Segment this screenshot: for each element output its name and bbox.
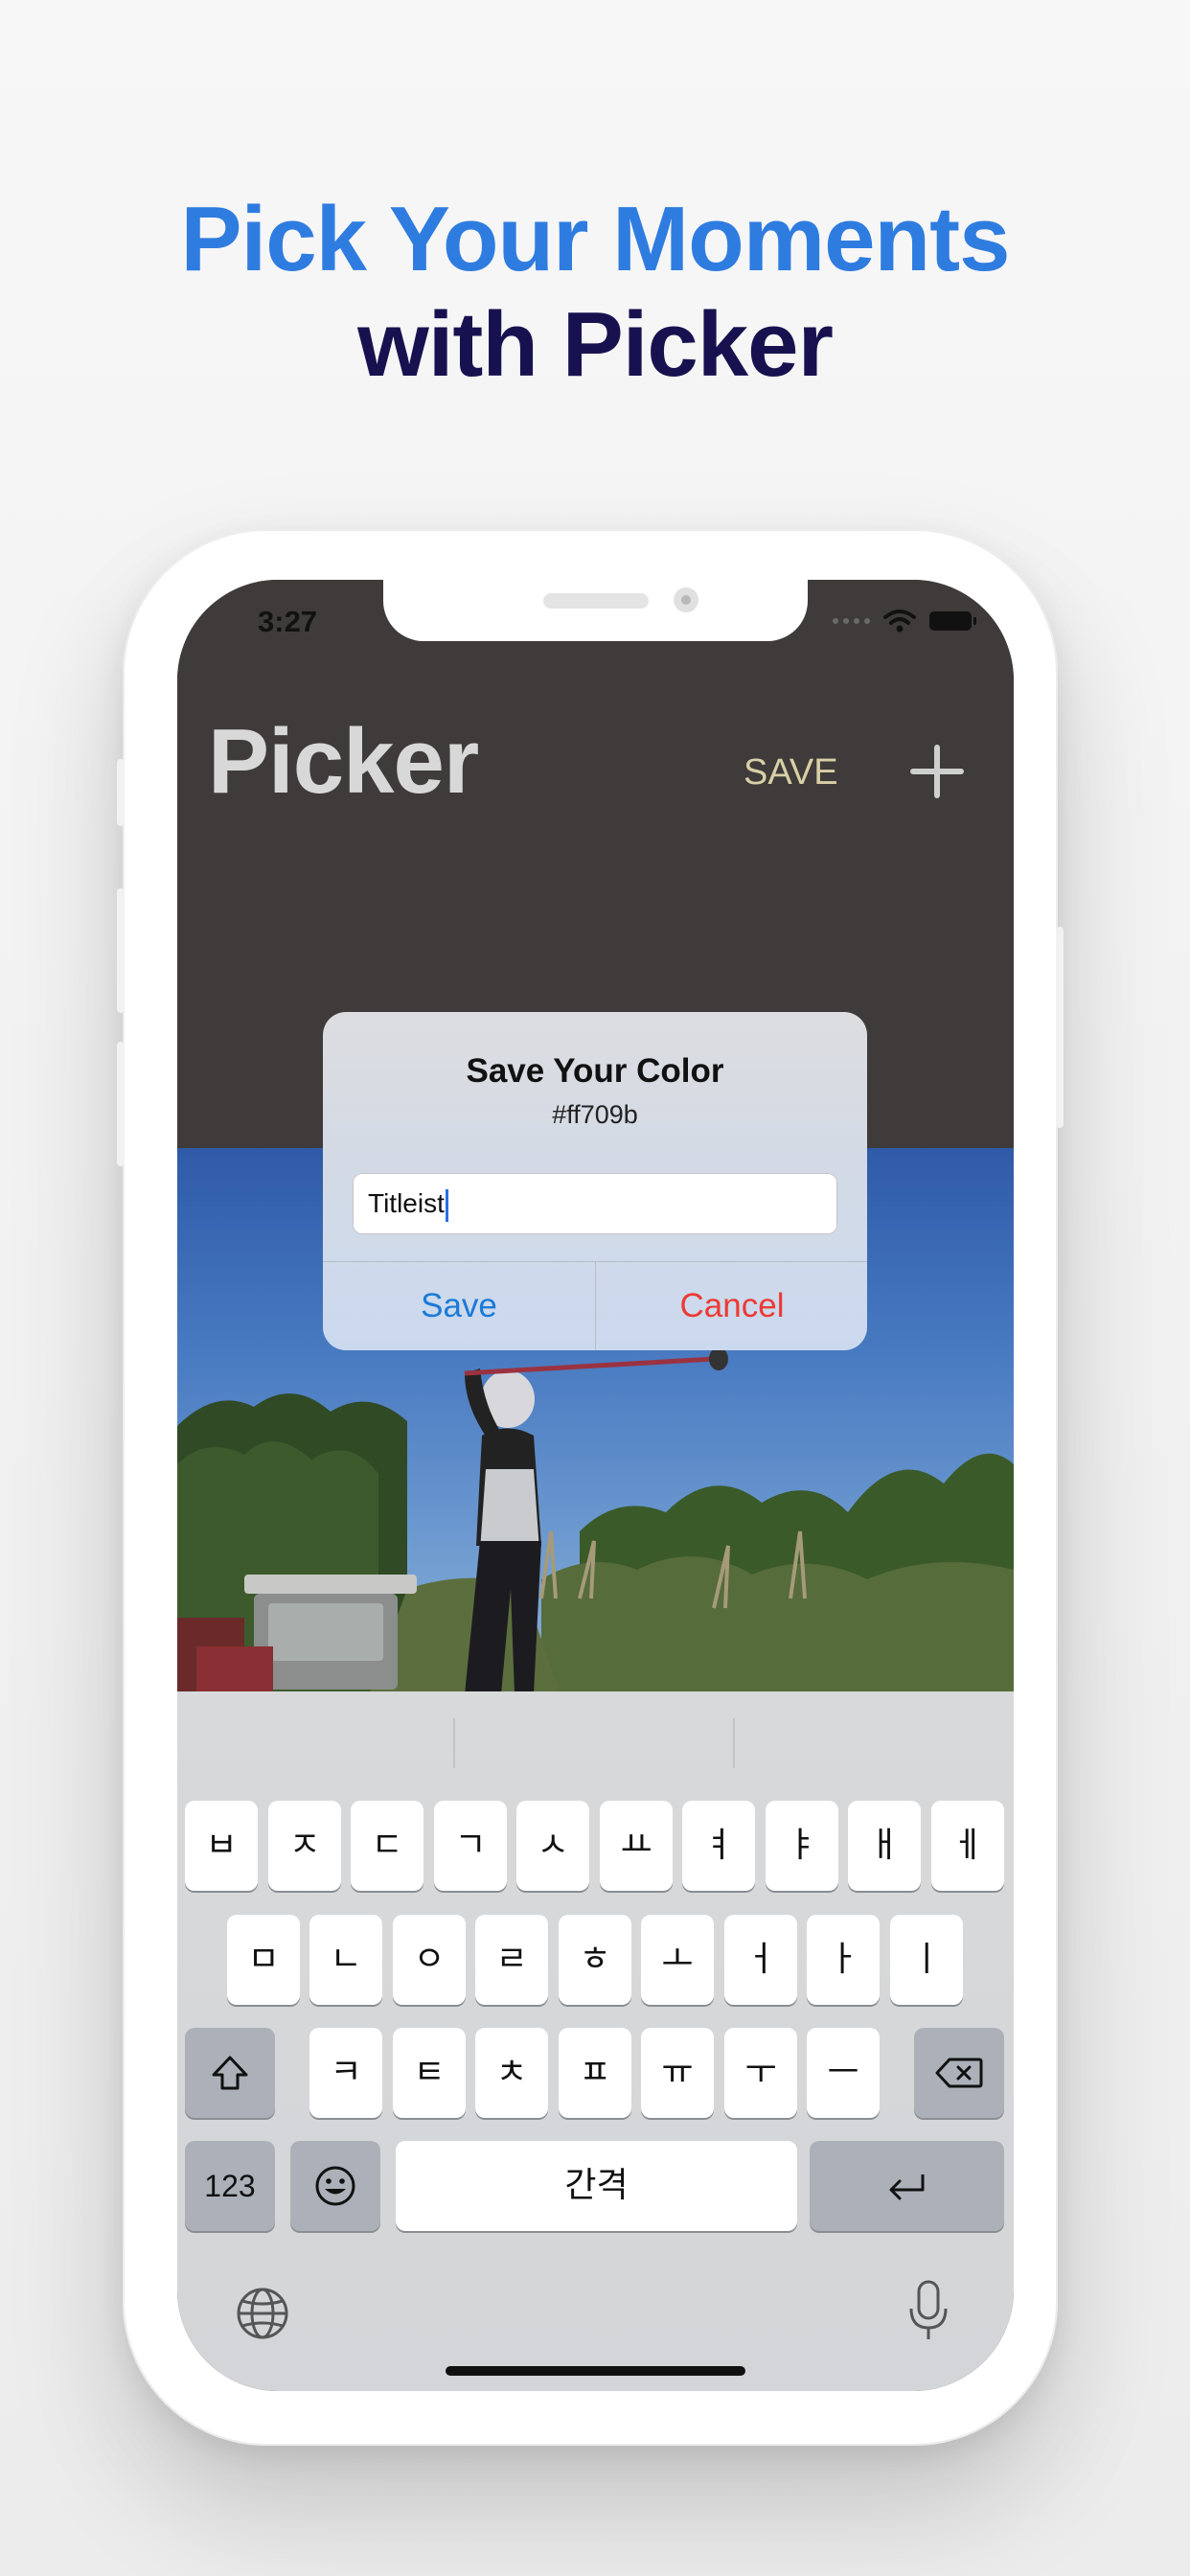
home-indicator[interactable] bbox=[446, 2366, 745, 2376]
front-camera bbox=[674, 587, 698, 612]
key[interactable]: ㅕ bbox=[682, 1801, 755, 1891]
status-icons bbox=[833, 609, 976, 633]
status-time: 3:27 bbox=[258, 605, 318, 638]
key[interactable]: ㅓ bbox=[724, 1915, 797, 2005]
key[interactable]: ㅑ bbox=[766, 1801, 838, 1891]
return-icon bbox=[889, 2174, 924, 2200]
key[interactable]: ㅍ bbox=[559, 2028, 631, 2118]
key[interactable]: ㅗ bbox=[641, 1915, 714, 2005]
save-button[interactable]: SAVE bbox=[744, 752, 838, 794]
return-key[interactable] bbox=[810, 2141, 1004, 2231]
text-caret bbox=[445, 1188, 448, 1222]
key[interactable]: ㅋ bbox=[309, 2028, 382, 2118]
suggestion-separator bbox=[453, 1718, 455, 1768]
key[interactable]: ㅂ bbox=[185, 1801, 258, 1891]
key[interactable]: ㄴ bbox=[309, 1915, 382, 2005]
key[interactable]: ㅈ bbox=[268, 1801, 341, 1891]
key[interactable]: ㅎ bbox=[559, 1915, 631, 2005]
headline-line-2: with Picker bbox=[357, 293, 834, 396]
suggestion-separator bbox=[733, 1718, 735, 1768]
plus-icon[interactable] bbox=[910, 745, 964, 798]
key[interactable]: ㅐ bbox=[848, 1801, 921, 1891]
key[interactable]: ㅌ bbox=[393, 2028, 466, 2118]
color-name-input[interactable]: Titleist bbox=[353, 1173, 837, 1234]
key[interactable]: ㅊ bbox=[475, 2028, 548, 2118]
power-button bbox=[1056, 927, 1064, 1128]
key[interactable]: ㄱ bbox=[434, 1801, 507, 1891]
key[interactable]: ㅣ bbox=[890, 1915, 963, 2005]
headline-line-1: Pick Your Moments bbox=[180, 188, 1011, 290]
notch bbox=[383, 580, 808, 641]
shift-key[interactable] bbox=[185, 2028, 275, 2118]
app-title: Picker bbox=[208, 710, 479, 813]
key[interactable]: ㅔ bbox=[931, 1801, 1004, 1891]
wifi-icon bbox=[883, 610, 916, 632]
speaker-grille bbox=[543, 593, 649, 609]
volume-down-button bbox=[117, 1042, 125, 1166]
shift-icon bbox=[212, 2056, 248, 2090]
dialog-save-button[interactable]: Save bbox=[323, 1261, 595, 1350]
emoji-key[interactable] bbox=[290, 2141, 380, 2231]
volume-up-button bbox=[117, 888, 125, 1013]
key[interactable]: ㅇ bbox=[393, 1915, 466, 2005]
save-color-dialog: Save Your Color #ff709b Titleist Save Ca… bbox=[323, 1012, 867, 1350]
globe-icon[interactable] bbox=[235, 2286, 290, 2341]
key[interactable]: ㅜ bbox=[724, 2028, 797, 2118]
mute-switch bbox=[117, 759, 125, 826]
emoji-icon bbox=[315, 2166, 355, 2206]
dialog-color-hex: #ff709b bbox=[552, 1100, 638, 1129]
key[interactable]: ㅅ bbox=[516, 1801, 589, 1891]
dialog-cancel-button[interactable]: Cancel bbox=[596, 1261, 867, 1350]
key[interactable]: ㅏ bbox=[807, 1915, 880, 2005]
dialog-title: Save Your Color bbox=[466, 1052, 724, 1090]
phone-screen: 3:27 Picker SAVE Save Your Color #ff709b… bbox=[177, 580, 1014, 2391]
key[interactable]: ㄹ bbox=[475, 1915, 548, 2005]
space-key[interactable]: 간격 bbox=[396, 2141, 797, 2231]
delete-key[interactable] bbox=[914, 2028, 1004, 2118]
microphone-icon[interactable] bbox=[907, 2280, 950, 2343]
key[interactable]: ㅠ bbox=[641, 2028, 714, 2118]
battery-icon bbox=[929, 611, 976, 631]
key[interactable]: ㅁ bbox=[227, 1915, 300, 2005]
key[interactable]: ㅡ bbox=[807, 2028, 880, 2118]
color-name-input-value: Titleist bbox=[368, 1188, 445, 1218]
numbers-key[interactable]: 123 bbox=[185, 2141, 275, 2231]
key[interactable]: ㅛ bbox=[600, 1801, 673, 1891]
korean-keyboard: ㅂ ㅈ ㄷ ㄱ ㅅ ㅛ ㅕ ㅑ ㅐ ㅔ ㅁ ㄴ ㅇ ㄹ ㅎ ㅗ ㅓ ㅏ ㅣ ㅋ … bbox=[177, 1691, 1014, 2391]
signal-icon bbox=[833, 618, 870, 624]
key[interactable]: ㄷ bbox=[351, 1801, 423, 1891]
delete-icon bbox=[935, 2058, 983, 2088]
